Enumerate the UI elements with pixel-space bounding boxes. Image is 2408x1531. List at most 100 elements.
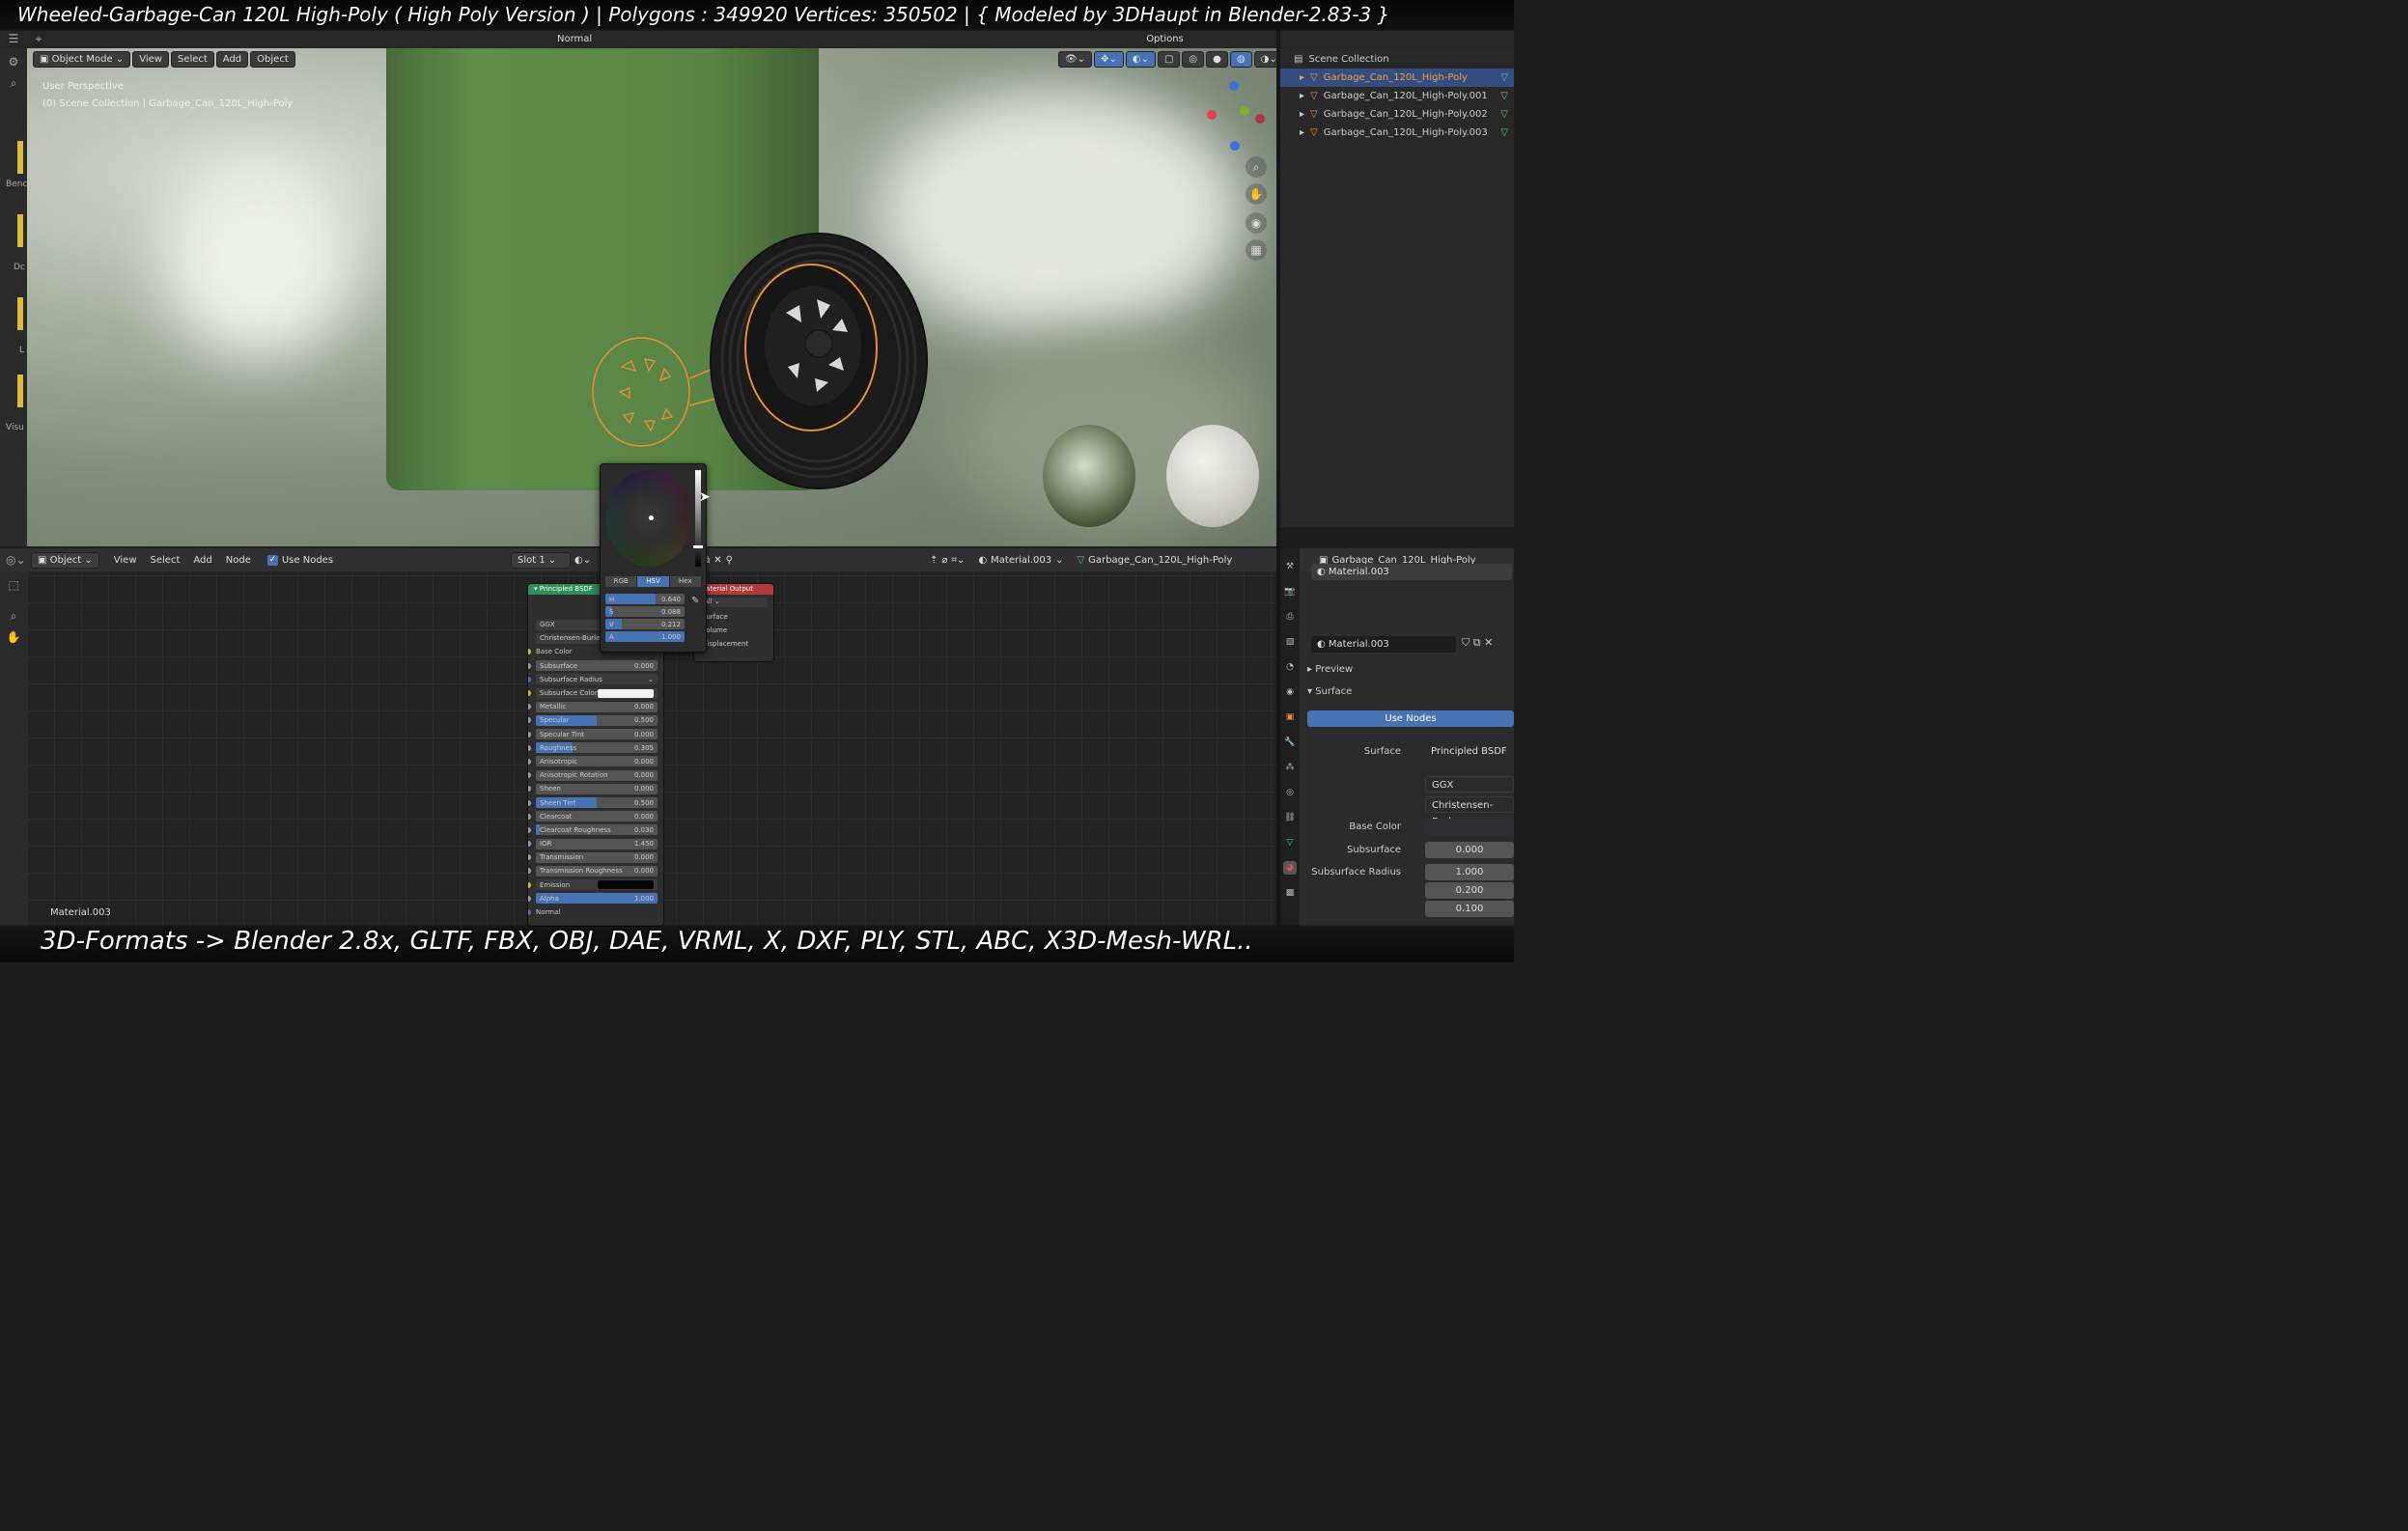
socket-dot[interactable] [528,813,531,820]
outliner-item[interactable]: ▸ ▽ Garbage_Can_120L_High-Poly ▽ [1280,69,1514,87]
base-color-swatch[interactable] [1425,819,1514,835]
view-menu[interactable]: View [132,51,169,68]
socket-dot[interactable] [528,744,531,751]
material-slot-list[interactable]: ◐ Material.003 [1311,564,1512,580]
socket-dot[interactable] [528,826,531,833]
editor-type-icon[interactable]: ◎⌄ [6,552,26,568]
fake-user-icon[interactable]: ⛉ ⧉ ✕ [1462,636,1493,650]
material-name-field[interactable]: ◐ Material.003 [1311,636,1456,653]
particles-tab-icon[interactable]: ⁂ [1283,761,1297,774]
bsdf-input-field[interactable]: Clearcoat Roughness 0.030 [536,824,658,836]
socket-dot[interactable] [528,881,531,888]
view-layer-tab-icon[interactable]: ▧ [1283,635,1297,649]
gizmo-toggle-icon[interactable]: ✥⌄ [1094,51,1124,68]
material-tab-icon[interactable]: ◕ [1283,861,1297,875]
socket-dot[interactable] [528,717,531,724]
view-menu[interactable]: View [109,553,142,568]
z-axis-handle[interactable] [1229,81,1239,91]
slot-dropdown[interactable]: Slot 1 ⌄ [511,551,572,569]
texture-tab-icon[interactable]: ▩ [1283,886,1297,900]
socket-dot[interactable] [528,662,531,669]
add-menu[interactable]: Add [215,51,249,68]
parent-icon[interactable]: ⇡ [930,555,938,566]
bsdf-input-field[interactable]: Transmission 0.000 [536,851,658,863]
expand-icon[interactable]: ▸ [1300,127,1304,138]
snap-icon[interactable]: ⌀ [941,555,947,566]
shader-type-dropdown[interactable]: ▣ Object ⌄ [31,551,99,569]
surface-panel-header[interactable]: ▾ Surface [1307,686,1352,697]
render-tab-icon[interactable]: 📷 [1283,585,1297,598]
object-mode-dropdown[interactable]: ▣ Object Mode ⌄ [33,51,131,68]
cursor-tool-icon[interactable]: ⌖ [31,31,46,46]
select-menu[interactable]: Select [146,553,185,568]
mesh-data-icon[interactable]: ▽ [1500,72,1508,83]
node-material-name[interactable]: Material.003 [991,555,1051,566]
overlay-toggle-icon[interactable]: ◐⌄ [1125,51,1156,68]
bsdf-input-field[interactable]: IOR 1.450 [536,838,658,849]
hsva-field-v[interactable]: V 0.212 [605,619,685,629]
bsdf-input-field[interactable]: Anisotropic Rotation 0.000 [536,769,658,781]
surface-shader-field[interactable]: Principled BSDF [1425,743,1514,760]
constraints-tab-icon[interactable]: ⛓ [1283,811,1297,824]
tab-hex[interactable]: Hex [669,576,701,587]
perspective-grid-icon[interactable]: ▦ [1246,239,1267,261]
wireframe-shading-icon[interactable]: ◎ [1182,51,1205,68]
physics-tab-icon[interactable]: ◎ [1283,786,1297,799]
object-tab-icon[interactable]: ▣ [1283,710,1297,724]
pan-hand-icon[interactable]: ✋ [1246,183,1267,205]
socket-dot[interactable] [528,676,531,682]
socket-dot[interactable] [528,649,531,655]
color-swatch[interactable] [598,688,654,698]
subsurface-method-dropdown[interactable]: Christensen-Burley [1425,796,1514,827]
use-nodes-button[interactable]: Use Nodes [1307,710,1514,727]
use-nodes-checkbox[interactable]: ✓ [266,554,278,566]
search-icon[interactable]: ⌕ [6,75,21,91]
neg-x-axis-handle[interactable] [1255,114,1265,124]
hsva-field-a[interactable]: A 1.000 [605,631,685,642]
socket-dot[interactable] [528,868,531,875]
x-axis-handle[interactable] [1207,110,1217,120]
color-wheel-cursor[interactable] [649,515,654,520]
transform-orientation-dropdown[interactable]: Normal [552,32,597,46]
socket-dot[interactable] [528,909,531,916]
backdrop-icon[interactable]: ⌗⌄ [951,555,965,566]
expand-icon[interactable]: ▸ [1300,91,1304,101]
value-slider[interactable] [695,470,701,567]
bsdf-input-field[interactable]: Clearcoat 0.000 [536,811,658,822]
modifier-tab-icon[interactable]: 🔧 [1283,736,1297,749]
bsdf-input-field[interactable]: Metallic 0.000 [536,701,658,712]
hsva-field-s[interactable]: S 0.088 [605,606,685,617]
color-swatch[interactable] [598,880,654,890]
bsdf-input-field[interactable]: Specular 0.500 [536,714,658,726]
zoom-icon[interactable]: ⌕ [6,608,21,624]
xray-icon[interactable]: ▢ [1157,51,1181,68]
options-dropdown[interactable]: Options [1141,32,1189,46]
material-shading-icon[interactable]: ◍ [1229,51,1252,68]
expand-icon[interactable]: ▸ [1300,109,1304,120]
tab-hsv[interactable]: HSV [637,576,669,587]
socket-dot[interactable] [528,731,531,738]
select-menu[interactable]: Select [170,51,214,68]
zoom-icon[interactable]: ⌕ [1246,156,1267,178]
expand-icon[interactable]: ▸ [1300,72,1304,83]
tool-tab-icon[interactable]: ⚒ [1283,560,1297,573]
mesh-data-icon[interactable]: ▽ [1500,91,1508,101]
bsdf-input-field[interactable]: Subsurface Radius ⌄ [536,674,658,685]
bsdf-input-field[interactable]: Anisotropic 0.000 [536,756,658,767]
solid-shading-icon[interactable]: ● [1206,51,1228,68]
node-menu[interactable]: Node [221,553,256,568]
socket-dot[interactable] [528,704,531,710]
value-slider-handle[interactable] [693,545,703,548]
bsdf-input-field[interactable]: Sheen Tint 0.500 [536,797,658,809]
bsdf-input-field[interactable]: Emission [536,879,658,891]
preview-panel-header[interactable]: ▸ Preview [1307,664,1353,675]
subsurface-field[interactable]: 0.000 [1425,842,1514,858]
distribution-dropdown[interactable]: GGX [1425,776,1514,793]
subsurface-radius-y-field[interactable]: 0.200 [1425,882,1514,899]
mesh-data-icon[interactable]: ▽ [1500,109,1508,120]
socket-dot[interactable] [528,690,531,697]
bsdf-input-field[interactable]: Subsurface Color [536,687,658,699]
bsdf-input-field[interactable]: Roughness 0.305 [536,742,658,754]
socket-dot[interactable] [528,895,531,902]
mesh-data-tab-icon[interactable]: ▽ [1283,836,1297,849]
